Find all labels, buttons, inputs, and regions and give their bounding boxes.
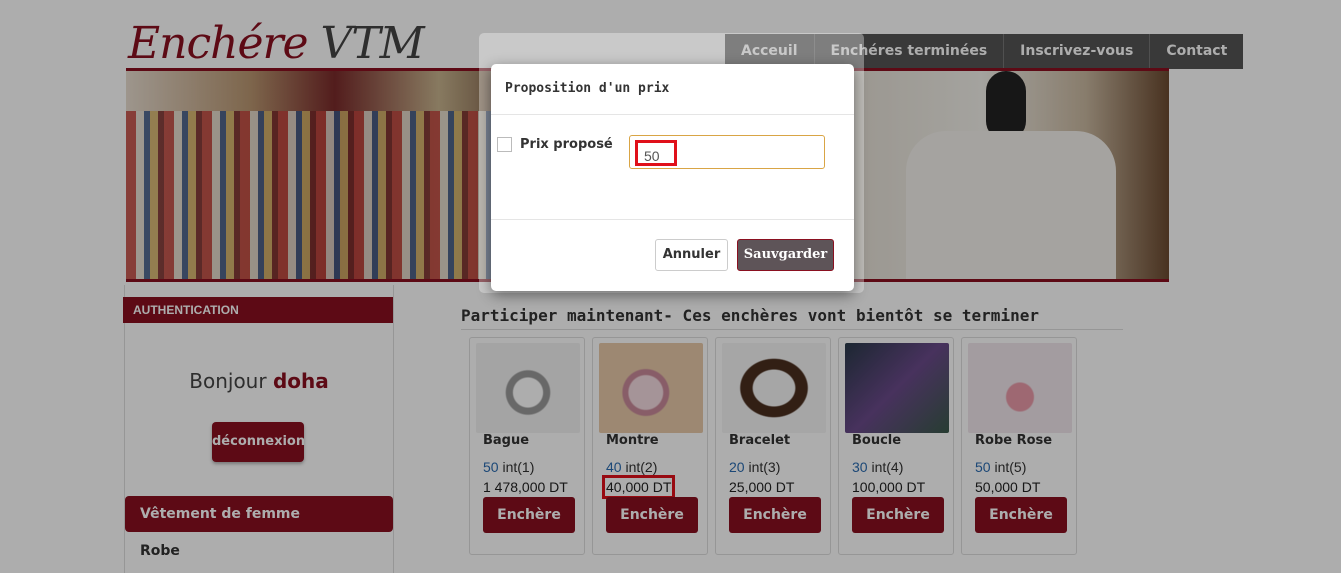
price-input[interactable]: 50	[629, 135, 825, 169]
dialog-footer-divider	[491, 219, 854, 220]
dialog-title: Proposition d'un prix	[505, 81, 670, 96]
price-proposal-dialog: Proposition d'un prix Prix proposé 50 An…	[491, 64, 854, 291]
price-field-label: Prix proposé	[520, 137, 613, 152]
save-button[interactable]: Sauvgarder	[737, 239, 834, 271]
price-input-value[interactable]: 50	[635, 140, 677, 166]
dialog-divider	[491, 114, 854, 115]
price-checkbox[interactable]	[497, 137, 512, 152]
cancel-button[interactable]: Annuler	[655, 239, 728, 271]
